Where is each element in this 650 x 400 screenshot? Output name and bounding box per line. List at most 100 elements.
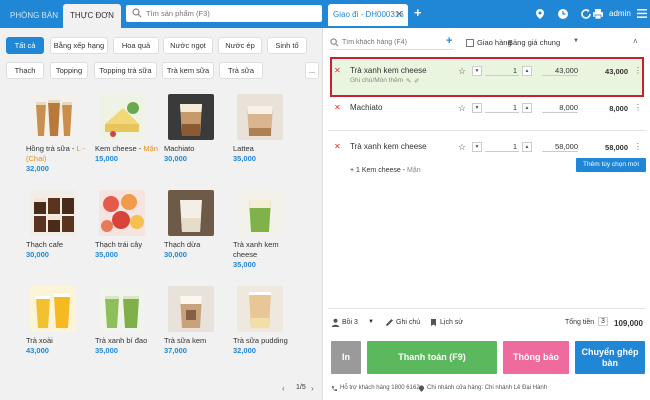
note-button[interactable]: Ghi chú: [396, 319, 420, 326]
product-card[interactable]: Trà xoài 43,000: [26, 286, 96, 356]
close-icon[interactable]: ✕: [395, 9, 403, 20]
customer-search[interactable]: [330, 36, 454, 50]
line-price[interactable]: 8,000: [542, 103, 578, 113]
next-page-icon[interactable]: ›: [311, 384, 314, 393]
plus-icon[interactable]: ▲: [522, 142, 532, 152]
product-card[interactable]: Trà sữa pudding 32,000: [233, 286, 303, 356]
tab-menu[interactable]: THỰC ĐƠN: [63, 4, 121, 28]
search-icon: [132, 8, 142, 18]
add-customer-icon[interactable]: +: [446, 35, 452, 47]
order-tab-label: Giao đi - DH000316: [333, 10, 404, 19]
line-addon: + 1 Kem cheese - Mặn: [350, 167, 421, 174]
product-card[interactable]: Lattea 35,000: [233, 94, 303, 164]
category-cream-tea[interactable]: Trà kem sữa: [162, 62, 214, 79]
more-icon[interactable]: ⋮: [634, 66, 642, 75]
product-card[interactable]: Kem cheese - Mặn 15,000: [95, 94, 165, 164]
product-name: Hồng trà sữa -: [26, 144, 77, 153]
user-icon: [331, 318, 340, 327]
table-label[interactable]: Bồi 3: [342, 319, 358, 326]
add-order-icon[interactable]: +: [414, 5, 422, 20]
category-milk-tea-topping[interactable]: Topping trà sữa: [94, 62, 157, 79]
minus-icon[interactable]: ▼: [472, 103, 482, 113]
category-milk-tea[interactable]: Trà sữa: [219, 62, 263, 79]
pricelist-select[interactable]: Bảng giá chung: [508, 38, 560, 47]
delete-icon[interactable]: ✕: [334, 66, 341, 75]
line-total: 58,000: [605, 143, 628, 152]
product-card[interactable]: Thạch cafe 30,000: [26, 190, 96, 260]
chevron-down-icon[interactable]: ▼: [573, 38, 579, 44]
category-all[interactable]: Tất cả: [6, 37, 44, 54]
product-card[interactable]: Trà sữa kem 37,000: [164, 286, 234, 356]
user-name[interactable]: admin: [609, 9, 631, 18]
star-icon[interactable]: ☆: [458, 142, 466, 153]
total-amount: 109,000: [614, 319, 643, 328]
support-hotline: Hỗ trợ khách hàng 1800 6162: [340, 385, 420, 391]
history-button[interactable]: Lịch sử: [440, 319, 463, 326]
category-smoothie[interactable]: Sinh tố: [267, 37, 307, 54]
product-name: Thạch cafe: [26, 240, 64, 249]
prev-page-icon[interactable]: ‹: [282, 384, 285, 393]
more-icon[interactable]: ⋮: [634, 103, 642, 112]
product-image: [30, 286, 76, 332]
plus-icon[interactable]: ▲: [522, 103, 532, 113]
product-image: [168, 286, 214, 332]
more-icon[interactable]: ⋮: [634, 142, 642, 151]
pencil-icon[interactable]: ✎: [406, 77, 411, 85]
edit-icon[interactable]: ✐: [414, 77, 419, 85]
product-image: [99, 190, 145, 236]
category-topping[interactable]: Topping: [50, 62, 88, 79]
line-qty[interactable]: 1: [485, 103, 519, 113]
product-card[interactable]: Thạch trái cây 35,000: [95, 190, 165, 260]
add-option-tooltip[interactable]: Thêm tùy chọn mới: [576, 158, 646, 172]
category-more[interactable]: ...: [305, 62, 319, 79]
branch-info: Chi nhánh cửa hàng: Chi nhánh Lê Đại Hàn…: [427, 385, 548, 391]
collapse-icon[interactable]: ˄: [633, 37, 638, 46]
location-icon[interactable]: [534, 8, 546, 20]
line-qty[interactable]: 1: [485, 66, 519, 76]
total-label: Tổng tiền: [565, 319, 595, 326]
product-search[interactable]: [126, 5, 322, 22]
category-soft-drink[interactable]: Nước ngọt: [163, 37, 213, 54]
delete-icon[interactable]: ✕: [334, 103, 341, 112]
product-price: 30,000: [26, 250, 49, 259]
category-ranking[interactable]: Bằng xếp hạng: [50, 37, 108, 54]
product-card[interactable]: Thạch dừa 30,000: [164, 190, 234, 260]
line-price[interactable]: 43,000: [542, 66, 578, 76]
product-card[interactable]: Hồng trà sữa - L - (Chai) 32,000: [26, 94, 96, 174]
product-card[interactable]: Trà xanh bí đao 35,000: [95, 286, 165, 356]
clock-icon[interactable]: [557, 8, 569, 20]
history-icon: [431, 319, 436, 326]
pay-button[interactable]: Thanh toán (F9): [367, 341, 497, 374]
plus-icon[interactable]: ▲: [522, 66, 532, 76]
category-juice[interactable]: Nước ép: [218, 37, 262, 54]
delete-icon[interactable]: ✕: [334, 142, 341, 151]
refresh-icon[interactable]: [580, 8, 592, 20]
customer-search-input[interactable]: [342, 37, 442, 48]
print-button[interactable]: In: [331, 341, 361, 374]
chevron-down-icon[interactable]: ▼: [368, 319, 374, 325]
line-qty[interactable]: 1: [485, 142, 519, 152]
minus-icon[interactable]: ▼: [472, 142, 482, 152]
line-note[interactable]: Ghi chú/Món thêm: [350, 77, 403, 84]
product-card[interactable]: Trà xanh kem cheese 35,000: [233, 190, 303, 270]
star-icon[interactable]: ☆: [458, 103, 466, 114]
product-image: [168, 190, 214, 236]
line-price[interactable]: 58,000: [542, 142, 578, 152]
tab-rooms[interactable]: PHÒNG BÀN: [6, 4, 62, 28]
product-card[interactable]: Machiato 30,000: [164, 94, 234, 164]
page-indicator: 1/5: [296, 384, 306, 391]
product-search-input[interactable]: [146, 7, 316, 20]
minus-icon[interactable]: ▼: [472, 66, 482, 76]
star-icon[interactable]: ☆: [458, 66, 466, 77]
product-name: Trà xoài: [26, 336, 53, 345]
product-price: 30,000: [164, 250, 187, 259]
menu-icon[interactable]: [637, 8, 647, 19]
category-fruit[interactable]: Hoa quả: [113, 37, 159, 54]
print-icon[interactable]: [592, 8, 604, 20]
delivery-checkbox[interactable]: [466, 39, 474, 47]
category-jelly[interactable]: Thạch: [6, 62, 44, 79]
notify-button[interactable]: Thông báo: [503, 341, 569, 374]
order-tab[interactable]: Giao đi - DH000316 ✕: [328, 4, 408, 26]
product-price: 32,000: [26, 164, 49, 173]
transfer-table-button[interactable]: Chuyển ghép bàn: [575, 341, 645, 374]
